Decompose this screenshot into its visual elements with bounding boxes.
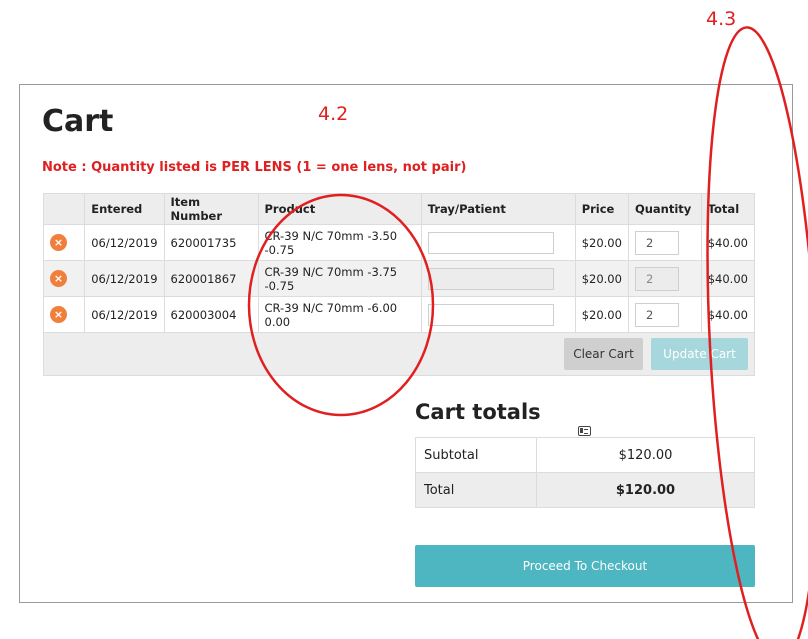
tray-cell [420,224,591,436]
annotation-label-4-2: 4.2 [318,103,349,125]
total-value: $120.00 [536,472,755,508]
page-title: Cart [42,104,114,139]
col-quantity-header: Quantity [627,193,702,225]
contact-card-icon[interactable] [577,425,591,436]
remove-cell: × [42,224,86,261]
entered-date: 06/12/2019 [84,224,165,261]
entered-date: 06/12/2019 [84,260,165,297]
tray-patient-input [427,267,554,290]
annotation-label-4-3: 4.3 [706,8,737,30]
subtotal-value: $120.00 [536,437,755,473]
proceed-to-checkout-button[interactable]: Proceed To Checkout [415,545,755,587]
price: $20.00 [574,224,629,261]
col-entered-header: Entered [84,193,165,225]
cart-totals-table: Subtotal $120.00 Total $120.00 [415,437,755,508]
quantity-cell: 2 [627,224,702,261]
item-number: 620001735 [163,224,259,261]
subtotal-label: Subtotal [415,437,537,473]
line-total: $40.00 [700,296,756,333]
table-row: × 06/12/2019 620001735 CR-39 N/C 70mm -3… [42,224,756,436]
col-item-number-header: Item Number [163,193,259,225]
product-name: CR-39 N/C 70mm -6.00 0.00 [257,296,422,333]
col-remove-header [42,193,86,225]
quantity-cell: 2 [627,296,702,333]
cart-table: Entered Item Number Product Tray/Patient… [42,193,756,436]
table-row: × 06/12/2019 620001867 CR-39 N/C 70mm -3… [42,260,756,297]
quantity-input[interactable]: 2 [634,302,679,327]
col-total-header: Total [700,193,756,225]
price: $20.00 [574,296,629,333]
tray-patient-input[interactable] [427,231,554,254]
line-total: $40.00 [700,260,756,297]
remove-item-icon[interactable]: × [50,306,67,323]
entered-date: 06/12/2019 [84,296,165,333]
cart-actions-row: Clear Cart Update Cart [43,332,755,376]
update-cart-button[interactable]: Update Cart [651,338,748,370]
tray-patient-input[interactable] [427,303,554,326]
cart-actions: Clear Cart Update Cart [44,333,754,375]
cart-totals-title: Cart totals [415,400,541,424]
total-row: Total $120.00 [415,472,755,508]
tray-cell [420,296,576,333]
price: $20.00 [574,260,629,297]
remove-item-icon[interactable]: × [50,270,67,287]
item-number: 620003004 [163,296,259,333]
quantity-input[interactable]: 2 [634,230,679,255]
cart-actions-cell: Clear Cart Update Cart [43,332,755,376]
clear-cart-button[interactable]: Clear Cart [564,338,643,370]
remove-item-icon[interactable]: × [50,234,67,251]
tray-cell [420,260,576,297]
subtotal-row: Subtotal $120.00 [415,437,755,473]
quantity-note: Note : Quantity listed is PER LENS (1 = … [42,160,467,175]
cart-table-header: Entered Item Number Product Tray/Patient… [42,193,756,225]
table-row: × 06/12/2019 620003004 CR-39 N/C 70mm -6… [42,296,756,333]
product-name: CR-39 N/C 70mm -3.50 -0.75 [257,224,422,261]
col-price-header: Price [574,193,629,225]
line-total: $40.00 [700,224,756,261]
remove-cell: × [42,296,86,333]
remove-cell: × [42,260,86,297]
total-label: Total [415,472,537,508]
item-number: 620001867 [163,260,259,297]
quantity-input: 2 [634,266,679,291]
quantity-cell: 2 [627,260,702,297]
col-product-header: Product [257,193,422,225]
product-name: CR-39 N/C 70mm -3.75 -0.75 [257,260,422,297]
col-tray-patient-header: Tray/Patient [420,193,576,225]
